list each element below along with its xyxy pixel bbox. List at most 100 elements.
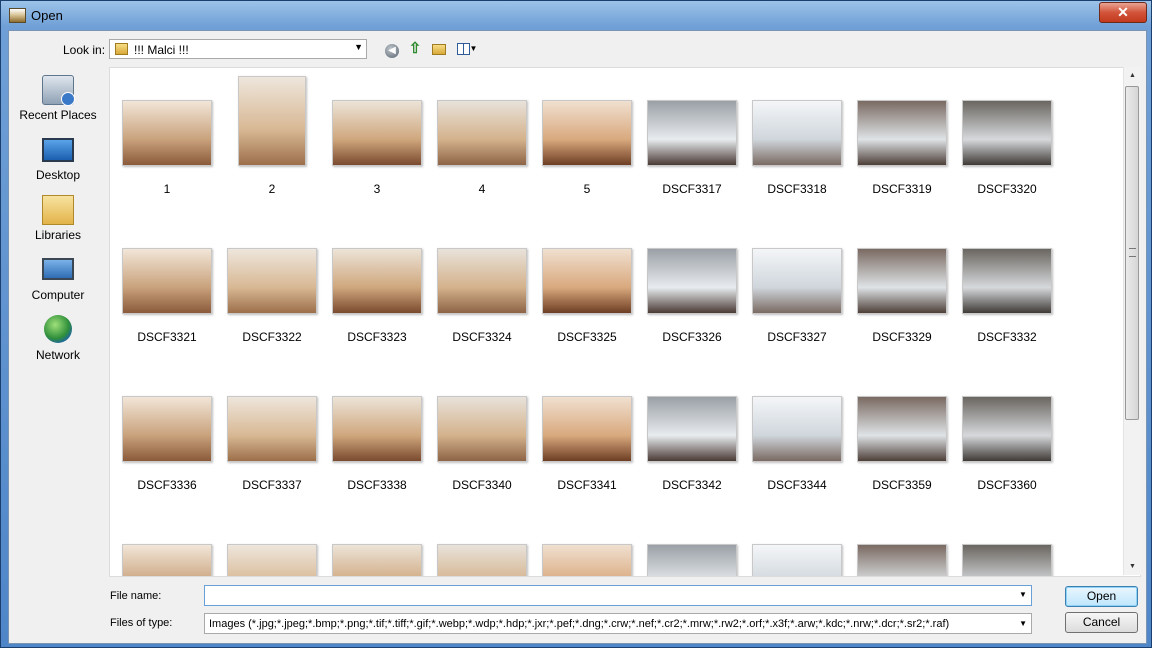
image-thumbnail[interactable] <box>752 544 842 576</box>
file-item[interactable]: DSCF3321 <box>118 224 216 354</box>
file-name-caption: DSCF3326 <box>662 330 722 344</box>
file-item[interactable] <box>223 520 321 576</box>
image-thumbnail[interactable] <box>332 396 422 462</box>
file-item[interactable]: 2 <box>223 76 321 206</box>
image-thumbnail[interactable] <box>752 100 842 166</box>
open-button[interactable]: Open <box>1065 586 1138 607</box>
place-network[interactable]: Network <box>9 315 107 371</box>
image-thumbnail[interactable] <box>332 544 422 576</box>
image-thumbnail[interactable] <box>857 248 947 314</box>
file-item[interactable] <box>433 520 531 576</box>
view-menu-icon[interactable]: ▼ <box>453 40 481 58</box>
file-item[interactable]: 5 <box>538 76 636 206</box>
file-item[interactable] <box>118 520 216 576</box>
file-item[interactable]: DSCF3327 <box>748 224 846 354</box>
file-item[interactable]: DSCF3329 <box>853 224 951 354</box>
file-item[interactable] <box>853 520 951 576</box>
file-list-view[interactable]: 1 2 3 4 5 DSCF3317 DSCF3318 DSCF3319 DSCF3320 DSC… <box>109 67 1141 577</box>
file-item[interactable]: DSCF3325 <box>538 224 636 354</box>
look-in-dropdown[interactable]: !!! Malci !!! ▼ <box>109 39 367 59</box>
file-item[interactable]: DSCF3342 <box>643 372 741 502</box>
file-item[interactable]: DSCF3320 <box>958 76 1056 206</box>
image-thumbnail[interactable] <box>227 248 317 314</box>
image-thumbnail[interactable] <box>122 100 212 166</box>
image-thumbnail[interactable] <box>332 100 422 166</box>
up-folder-icon[interactable]: ⇧ <box>406 40 424 58</box>
title-bar[interactable]: Open ✕ <box>1 1 1151 31</box>
image-thumbnail[interactable] <box>962 544 1052 576</box>
file-item[interactable] <box>328 520 426 576</box>
image-thumbnail[interactable] <box>962 396 1052 462</box>
image-thumbnail[interactable] <box>542 248 632 314</box>
new-folder-icon[interactable] <box>430 40 448 58</box>
file-item[interactable]: DSCF3319 <box>853 76 951 206</box>
place-label: Network <box>35 348 80 362</box>
image-thumbnail[interactable] <box>542 396 632 462</box>
file-item[interactable] <box>748 520 846 576</box>
file-item[interactable] <box>538 520 636 576</box>
file-item[interactable]: DSCF3322 <box>223 224 321 354</box>
image-thumbnail[interactable] <box>122 396 212 462</box>
image-thumbnail[interactable] <box>542 544 632 576</box>
image-thumbnail[interactable] <box>962 248 1052 314</box>
file-item[interactable] <box>958 520 1056 576</box>
back-icon[interactable]: ◀ <box>383 40 401 58</box>
image-thumbnail[interactable] <box>647 544 737 576</box>
image-thumbnail[interactable] <box>752 248 842 314</box>
image-thumbnail[interactable] <box>227 396 317 462</box>
image-thumbnail[interactable] <box>857 396 947 462</box>
place-computer[interactable]: Computer <box>9 255 107 311</box>
file-item[interactable]: 4 <box>433 76 531 206</box>
scroll-down-icon[interactable]: ▼ <box>1124 558 1141 575</box>
place-desktop[interactable]: Desktop <box>9 135 107 191</box>
close-button[interactable]: ✕ <box>1099 2 1147 23</box>
file-name-caption: DSCF3329 <box>872 330 932 344</box>
cancel-button[interactable]: Cancel <box>1065 612 1138 633</box>
file-item[interactable] <box>643 520 741 576</box>
place-label: Recent Places <box>19 108 97 122</box>
file-item[interactable]: 1 <box>118 76 216 206</box>
file-item[interactable]: DSCF3317 <box>643 76 741 206</box>
file-item[interactable]: 3 <box>328 76 426 206</box>
scroll-thumb[interactable] <box>1125 86 1139 420</box>
file-item[interactable]: DSCF3340 <box>433 372 531 502</box>
file-item[interactable]: DSCF3336 <box>118 372 216 502</box>
image-thumbnail[interactable] <box>857 100 947 166</box>
file-item[interactable]: DSCF3359 <box>853 372 951 502</box>
chevron-down-icon[interactable]: ▼ <box>354 42 363 52</box>
image-thumbnail[interactable] <box>647 100 737 166</box>
file-item[interactable]: DSCF3332 <box>958 224 1056 354</box>
image-thumbnail[interactable] <box>238 76 306 166</box>
chevron-down-icon[interactable]: ▼ <box>1019 619 1027 628</box>
file-type-select[interactable]: Images (*.jpg;*.jpeg;*.bmp;*.png;*.tif;*… <box>204 613 1032 634</box>
place-libraries[interactable]: Libraries <box>9 195 107 251</box>
file-item[interactable]: DSCF3337 <box>223 372 321 502</box>
image-thumbnail[interactable] <box>122 544 212 576</box>
scroll-up-icon[interactable]: ▲ <box>1124 67 1141 84</box>
file-item[interactable]: DSCF3341 <box>538 372 636 502</box>
image-thumbnail[interactable] <box>437 248 527 314</box>
file-item[interactable]: DSCF3360 <box>958 372 1056 502</box>
file-item[interactable]: DSCF3324 <box>433 224 531 354</box>
file-name-input[interactable] <box>204 585 1032 606</box>
image-thumbnail[interactable] <box>647 396 737 462</box>
image-thumbnail[interactable] <box>122 248 212 314</box>
image-thumbnail[interactable] <box>752 396 842 462</box>
image-thumbnail[interactable] <box>647 248 737 314</box>
place-recent-places[interactable]: Recent Places <box>9 75 107 131</box>
file-item[interactable]: DSCF3338 <box>328 372 426 502</box>
file-name-caption: DSCF3325 <box>557 330 617 344</box>
image-thumbnail[interactable] <box>227 544 317 576</box>
file-item[interactable]: DSCF3344 <box>748 372 846 502</box>
image-thumbnail[interactable] <box>962 100 1052 166</box>
vertical-scrollbar[interactable]: ▲ ▼ <box>1123 67 1141 575</box>
image-thumbnail[interactable] <box>332 248 422 314</box>
image-thumbnail[interactable] <box>857 544 947 576</box>
image-thumbnail[interactable] <box>542 100 632 166</box>
file-item[interactable]: DSCF3318 <box>748 76 846 206</box>
image-thumbnail[interactable] <box>437 544 527 576</box>
file-item[interactable]: DSCF3323 <box>328 224 426 354</box>
image-thumbnail[interactable] <box>437 396 527 462</box>
image-thumbnail[interactable] <box>437 100 527 166</box>
file-item[interactable]: DSCF3326 <box>643 224 741 354</box>
